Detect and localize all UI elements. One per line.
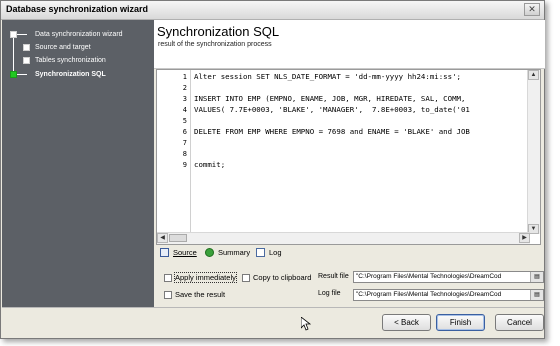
line-number: 5 [182, 117, 187, 125]
log-file-field[interactable]: "C:\Program Files\Mental Technologies\Dr… [353, 289, 544, 301]
result-tabs: Source Summary Log [156, 246, 541, 260]
page-title: Synchronization SQL [157, 24, 280, 39]
scroll-thumb[interactable] [169, 234, 187, 242]
line-number: 7 [182, 139, 187, 147]
sql-editor[interactable]: 1 2 3 4 5 6 7 8 9 Alter session SET NLS_… [156, 69, 541, 245]
sidebar-item-tables-synchronization[interactable]: Tables synchronization [2, 55, 154, 67]
scroll-up-icon[interactable]: ▲ [528, 70, 539, 80]
line-number: 9 [182, 161, 187, 169]
code-line: Alter session SET NLS_DATE_FORMAT = 'dd-… [194, 72, 461, 81]
title-bar: Database synchronization wizard ✕ [1, 1, 544, 20]
sidebar-item-data-synchronization-wizard[interactable]: Data synchronization wizard [2, 29, 154, 41]
folder-browse-icon[interactable]: ▤ [530, 290, 543, 300]
tab-source[interactable]: Source [160, 246, 202, 260]
scroll-left-icon[interactable]: ◀ [157, 233, 168, 243]
line-number-gutter: 1 2 3 4 5 6 7 8 9 [157, 70, 191, 234]
copy-to-clipboard-label: Copy to clipboard [253, 273, 312, 282]
save-result-checkbox[interactable] [164, 291, 172, 299]
result-file-field[interactable]: "C:\Program Files\Mental Technologies\Dr… [353, 271, 544, 283]
step-checkbox-icon [10, 31, 17, 38]
sidebar-item-label: Data synchronization wizard [35, 31, 123, 38]
line-number: 6 [182, 128, 187, 136]
tab-summary[interactable]: Summary [205, 246, 257, 260]
step-checkbox-icon [23, 44, 30, 51]
tab-log[interactable]: Log [256, 246, 292, 260]
scroll-right-icon[interactable]: ▶ [519, 233, 530, 243]
tab-label: Log [269, 248, 282, 257]
options-panel: Apply immediately Copy to clipboard Save… [156, 262, 544, 306]
window-title: Database synchronization wizard [6, 4, 149, 14]
active-step-icon [10, 71, 17, 78]
result-file-value: "C:\Program Files\Mental Technologies\Dr… [356, 273, 502, 280]
step-header: Synchronization SQL result of the synchr… [154, 20, 545, 69]
line-number: 8 [182, 150, 187, 158]
sidebar-item-label: Tables synchronization [35, 57, 106, 64]
step-checkbox-icon [23, 57, 30, 64]
close-button[interactable]: ✕ [524, 3, 540, 16]
close-icon: ✕ [528, 4, 536, 14]
apply-immediately-label: Apply immediately [174, 272, 237, 283]
summary-icon [205, 248, 214, 257]
horizontal-scrollbar[interactable]: ◀ ▶ [157, 232, 530, 244]
line-number: 4 [182, 106, 187, 114]
sidebar-item-label: Synchronization SQL [35, 71, 106, 78]
apply-immediately-checkbox[interactable] [164, 274, 172, 282]
line-number: 2 [182, 84, 187, 92]
vertical-scrollbar[interactable]: ▲ ▼ [527, 70, 540, 234]
log-icon [256, 248, 265, 257]
wizard-window: Database synchronization wizard ✕ Data s… [0, 0, 545, 339]
tab-label: Summary [218, 248, 251, 257]
sidebar-item-synchronization-sql[interactable]: Synchronization SQL [2, 69, 154, 81]
tab-label: Source [173, 248, 197, 257]
code-line: commit; [194, 160, 226, 169]
sidebar-item-label: Source and target [35, 44, 91, 51]
folder-browse-icon[interactable]: ▤ [530, 272, 543, 282]
back-button[interactable]: < Back [382, 314, 431, 331]
source-icon [160, 248, 169, 257]
finish-button[interactable]: Finish [436, 314, 485, 331]
cancel-button[interactable]: Cancel [495, 314, 544, 331]
footer-divider [2, 307, 544, 308]
line-number: 1 [182, 73, 187, 81]
log-file-value: "C:\Program Files\Mental Technologies\Dr… [356, 291, 502, 298]
copy-to-clipboard-checkbox[interactable] [242, 274, 250, 282]
result-file-label: Result file [318, 273, 349, 280]
wizard-steps-sidebar: Data synchronization wizard Source and t… [2, 20, 154, 307]
code-line: INSERT INTO EMP (EMPNO, ENAME, JOB, MGR,… [194, 94, 466, 103]
code-line: DELETE FROM EMP WHERE EMPNO = 7698 and E… [194, 127, 470, 136]
line-number: 3 [182, 95, 187, 103]
log-file-label: Log file [318, 290, 341, 297]
save-result-label: Save the result [175, 290, 226, 299]
sidebar-item-source-and-target[interactable]: Source and target [2, 42, 154, 54]
code-line: VALUES( 7.7E+0003, 'BLAKE', 'MANAGER', 7… [194, 105, 470, 114]
page-subtitle: result of the synchronization process [158, 41, 272, 48]
